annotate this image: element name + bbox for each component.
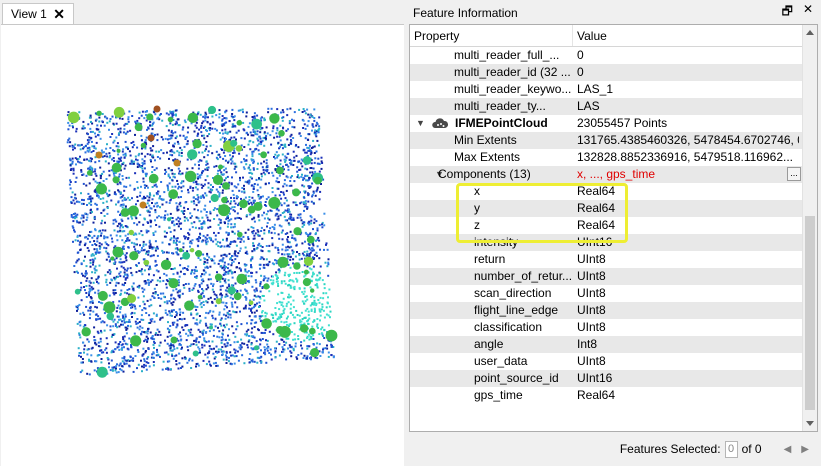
property-value: UInt8 bbox=[577, 303, 606, 317]
table-row[interactable]: z Real64 bbox=[410, 217, 803, 234]
property-name: Components (13) bbox=[438, 167, 531, 181]
table-row[interactable]: scan_direction UInt8 bbox=[410, 285, 803, 302]
property-value: 131765.4385460326, 5478454.6702746, 0.21 bbox=[577, 133, 799, 147]
property-name: number_of_retur... bbox=[474, 269, 571, 283]
property-value: UInt8 bbox=[577, 320, 606, 334]
property-value: x, ..., gps_time bbox=[577, 167, 656, 181]
property-value: UInt8 bbox=[577, 269, 606, 283]
expand-toggle-icon[interactable]: ▼ bbox=[416, 115, 425, 132]
property-value: UInt8 bbox=[577, 354, 606, 368]
table-row[interactable]: flight_line_edge UInt8 bbox=[410, 302, 803, 319]
property-value: UInt8 bbox=[577, 286, 606, 300]
property-value: Real64 bbox=[577, 201, 616, 215]
table-row[interactable]: angle Int8 bbox=[410, 336, 803, 353]
scroll-up-icon[interactable] bbox=[806, 30, 814, 35]
property-value: Int8 bbox=[577, 337, 598, 351]
feature-information-titlebar: Feature Information 🗗 ✕ bbox=[407, 2, 821, 23]
features-selected-label: Features Selected: bbox=[619, 442, 721, 456]
table-row[interactable]: ▼ Components (13) x, ..., gps_time... bbox=[410, 166, 803, 183]
property-value: UInt16 bbox=[577, 371, 613, 385]
property-name: y bbox=[474, 201, 480, 215]
table-row[interactable]: Max Extents 132828.8852336916, 5479518.11… bbox=[410, 149, 803, 166]
column-header-property[interactable]: Property bbox=[410, 25, 573, 46]
cloud-icon bbox=[432, 118, 448, 128]
property-name: multi_reader_full_... bbox=[454, 48, 560, 62]
property-value: UInt16 bbox=[577, 235, 613, 249]
table-row[interactable]: multi_reader_full_... 0 bbox=[410, 47, 803, 64]
table-row[interactable]: gps_time Real64 bbox=[410, 387, 803, 404]
property-value: 0 bbox=[577, 65, 584, 79]
property-name: intensity bbox=[474, 235, 519, 249]
features-selected-input[interactable]: 0 bbox=[724, 440, 738, 458]
features-total-label: of 0 bbox=[741, 442, 762, 456]
restore-icon[interactable]: 🗗 bbox=[782, 2, 793, 23]
tab-view-1[interactable]: View 1 ✕ bbox=[2, 3, 74, 24]
table-row[interactable]: ▼ IFMEPointCloud 23055457 Points bbox=[410, 115, 803, 132]
property-name: x bbox=[474, 184, 480, 198]
property-name: return bbox=[474, 252, 506, 266]
table-row[interactable]: return UInt8 bbox=[410, 251, 803, 268]
previous-feature-icon[interactable]: ◀ bbox=[784, 444, 792, 455]
property-name: z bbox=[474, 218, 480, 232]
table-row[interactable]: Min Extents 131765.4385460326, 5478454.67… bbox=[410, 132, 803, 149]
property-name: Min Extents bbox=[454, 133, 517, 147]
property-name: angle bbox=[474, 337, 504, 351]
property-name: multi_reader_ty... bbox=[454, 99, 546, 113]
table-row[interactable]: user_data UInt8 bbox=[410, 353, 803, 370]
property-name: gps_time bbox=[474, 388, 523, 402]
feature-info-table: Property Value multi_reader_full_... 0 mul… bbox=[409, 24, 818, 432]
vertical-scrollbar[interactable] bbox=[802, 25, 817, 431]
tab-view-1-label: View 1 bbox=[11, 7, 47, 21]
table-row[interactable]: multi_reader_ty... LAS bbox=[410, 98, 803, 115]
property-value: LAS bbox=[577, 99, 600, 113]
table-row[interactable]: multi_reader_keywo... LAS_1 bbox=[410, 81, 803, 98]
feature-information-panel: Feature Information 🗗 ✕ Property Value m… bbox=[407, 0, 821, 466]
features-selected-bar: Features Selected: 0 of 0 ◀ ▶ bbox=[407, 436, 821, 462]
property-name: multi_reader_id (32 ... bbox=[454, 65, 571, 79]
close-icon[interactable]: ✕ bbox=[803, 2, 813, 23]
property-value: 23055457 Points bbox=[577, 116, 668, 130]
table-row[interactable]: intensity UInt16 bbox=[410, 234, 803, 251]
scrollbar-thumb[interactable] bbox=[805, 216, 815, 410]
panel-title: Feature Information bbox=[413, 5, 518, 20]
point-cloud-render bbox=[66, 105, 338, 378]
close-tab-icon[interactable]: ✕ bbox=[53, 7, 65, 21]
view-panel: View 1 ✕ bbox=[0, 0, 404, 466]
table-row[interactable]: classification UInt8 bbox=[410, 319, 803, 336]
property-name: IFMEPointCloud bbox=[455, 116, 548, 130]
point-cloud-canvas[interactable] bbox=[1, 24, 404, 466]
property-value: Real64 bbox=[577, 218, 616, 232]
property-value: Real64 bbox=[577, 184, 616, 198]
property-value: 0 bbox=[577, 48, 584, 62]
table-row[interactable]: number_of_retur... UInt8 bbox=[410, 268, 803, 285]
property-name: Max Extents bbox=[454, 150, 521, 164]
property-value: Real64 bbox=[577, 388, 616, 402]
property-value: UInt8 bbox=[577, 252, 606, 266]
table-header: Property Value bbox=[410, 25, 803, 47]
table-body: multi_reader_full_... 0 multi_reader_id (3… bbox=[410, 47, 803, 404]
table-row[interactable]: multi_reader_id (32 ... 0 bbox=[410, 64, 803, 81]
table-row[interactable]: y Real64 bbox=[410, 200, 803, 217]
property-name: point_source_id bbox=[474, 371, 559, 385]
property-name: flight_line_edge bbox=[474, 303, 559, 317]
next-feature-icon[interactable]: ▶ bbox=[801, 444, 809, 455]
property-name: multi_reader_keywo... bbox=[454, 82, 571, 96]
property-value: LAS_1 bbox=[577, 82, 614, 96]
property-name: user_data bbox=[474, 354, 528, 368]
property-value: 132828.8852336916, 5479518.116962... bbox=[577, 150, 793, 164]
property-name: classification bbox=[474, 320, 543, 334]
column-header-value[interactable]: Value bbox=[573, 25, 607, 46]
table-row[interactable]: point_source_id UInt16 bbox=[410, 370, 803, 387]
components-more-button[interactable]: ... bbox=[787, 167, 801, 181]
scroll-down-icon[interactable] bbox=[806, 421, 814, 426]
table-row[interactable]: x Real64 bbox=[410, 183, 803, 200]
point-cloud-points bbox=[66, 105, 338, 378]
property-name: scan_direction bbox=[474, 286, 552, 300]
